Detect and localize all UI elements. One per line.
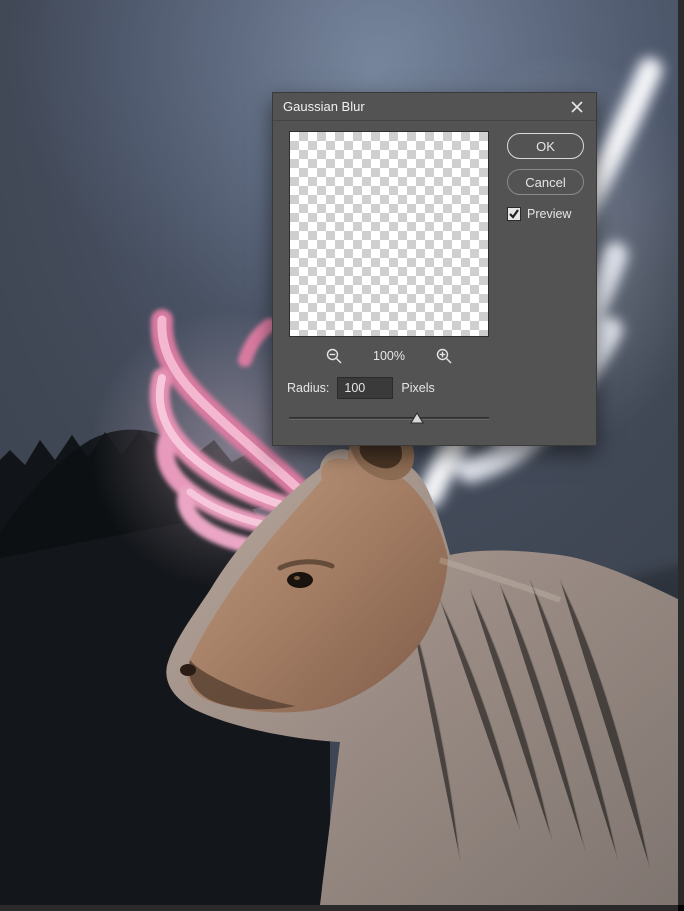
zoom-in-icon (436, 348, 452, 364)
gaussian-blur-dialog: Gaussian Blur 100% (272, 92, 597, 446)
radius-input[interactable] (337, 377, 393, 399)
scrollbar-vertical[interactable] (678, 0, 684, 905)
slider-thumb-icon (410, 411, 424, 425)
preview-checkbox[interactable] (507, 207, 521, 221)
radius-row: Radius: Pixels (285, 377, 493, 399)
scrollbar-horizontal[interactable] (0, 905, 678, 911)
workspace: Gaussian Blur 100% (0, 0, 684, 911)
cancel-button[interactable]: Cancel (507, 169, 584, 195)
zoom-row: 100% (285, 341, 493, 371)
slider-track (289, 417, 489, 420)
close-icon (571, 101, 583, 113)
zoom-percentage: 100% (369, 349, 409, 363)
ok-label: OK (536, 139, 555, 154)
dialog-titlebar[interactable]: Gaussian Blur (273, 93, 596, 121)
dialog-right-column: OK Cancel Preview (507, 131, 584, 431)
dialog-body: 100% Radius: Pixels (273, 121, 596, 445)
zoom-out-icon (326, 348, 342, 364)
ok-button[interactable]: OK (507, 133, 584, 159)
slider-thumb[interactable] (410, 411, 424, 425)
dialog-title: Gaussian Blur (283, 99, 365, 114)
dialog-left-column: 100% Radius: Pixels (285, 131, 493, 431)
preview-checkbox-row: Preview (507, 207, 584, 221)
zoom-out-button[interactable] (325, 347, 343, 365)
preview-label: Preview (527, 207, 571, 221)
zoom-in-button[interactable] (435, 347, 453, 365)
radius-slider[interactable] (285, 407, 493, 431)
radius-unit: Pixels (401, 381, 434, 395)
radius-label: Radius: (287, 381, 329, 395)
close-button[interactable] (568, 98, 586, 116)
cancel-label: Cancel (525, 175, 565, 190)
check-icon (509, 209, 519, 219)
filter-preview[interactable] (289, 131, 489, 337)
